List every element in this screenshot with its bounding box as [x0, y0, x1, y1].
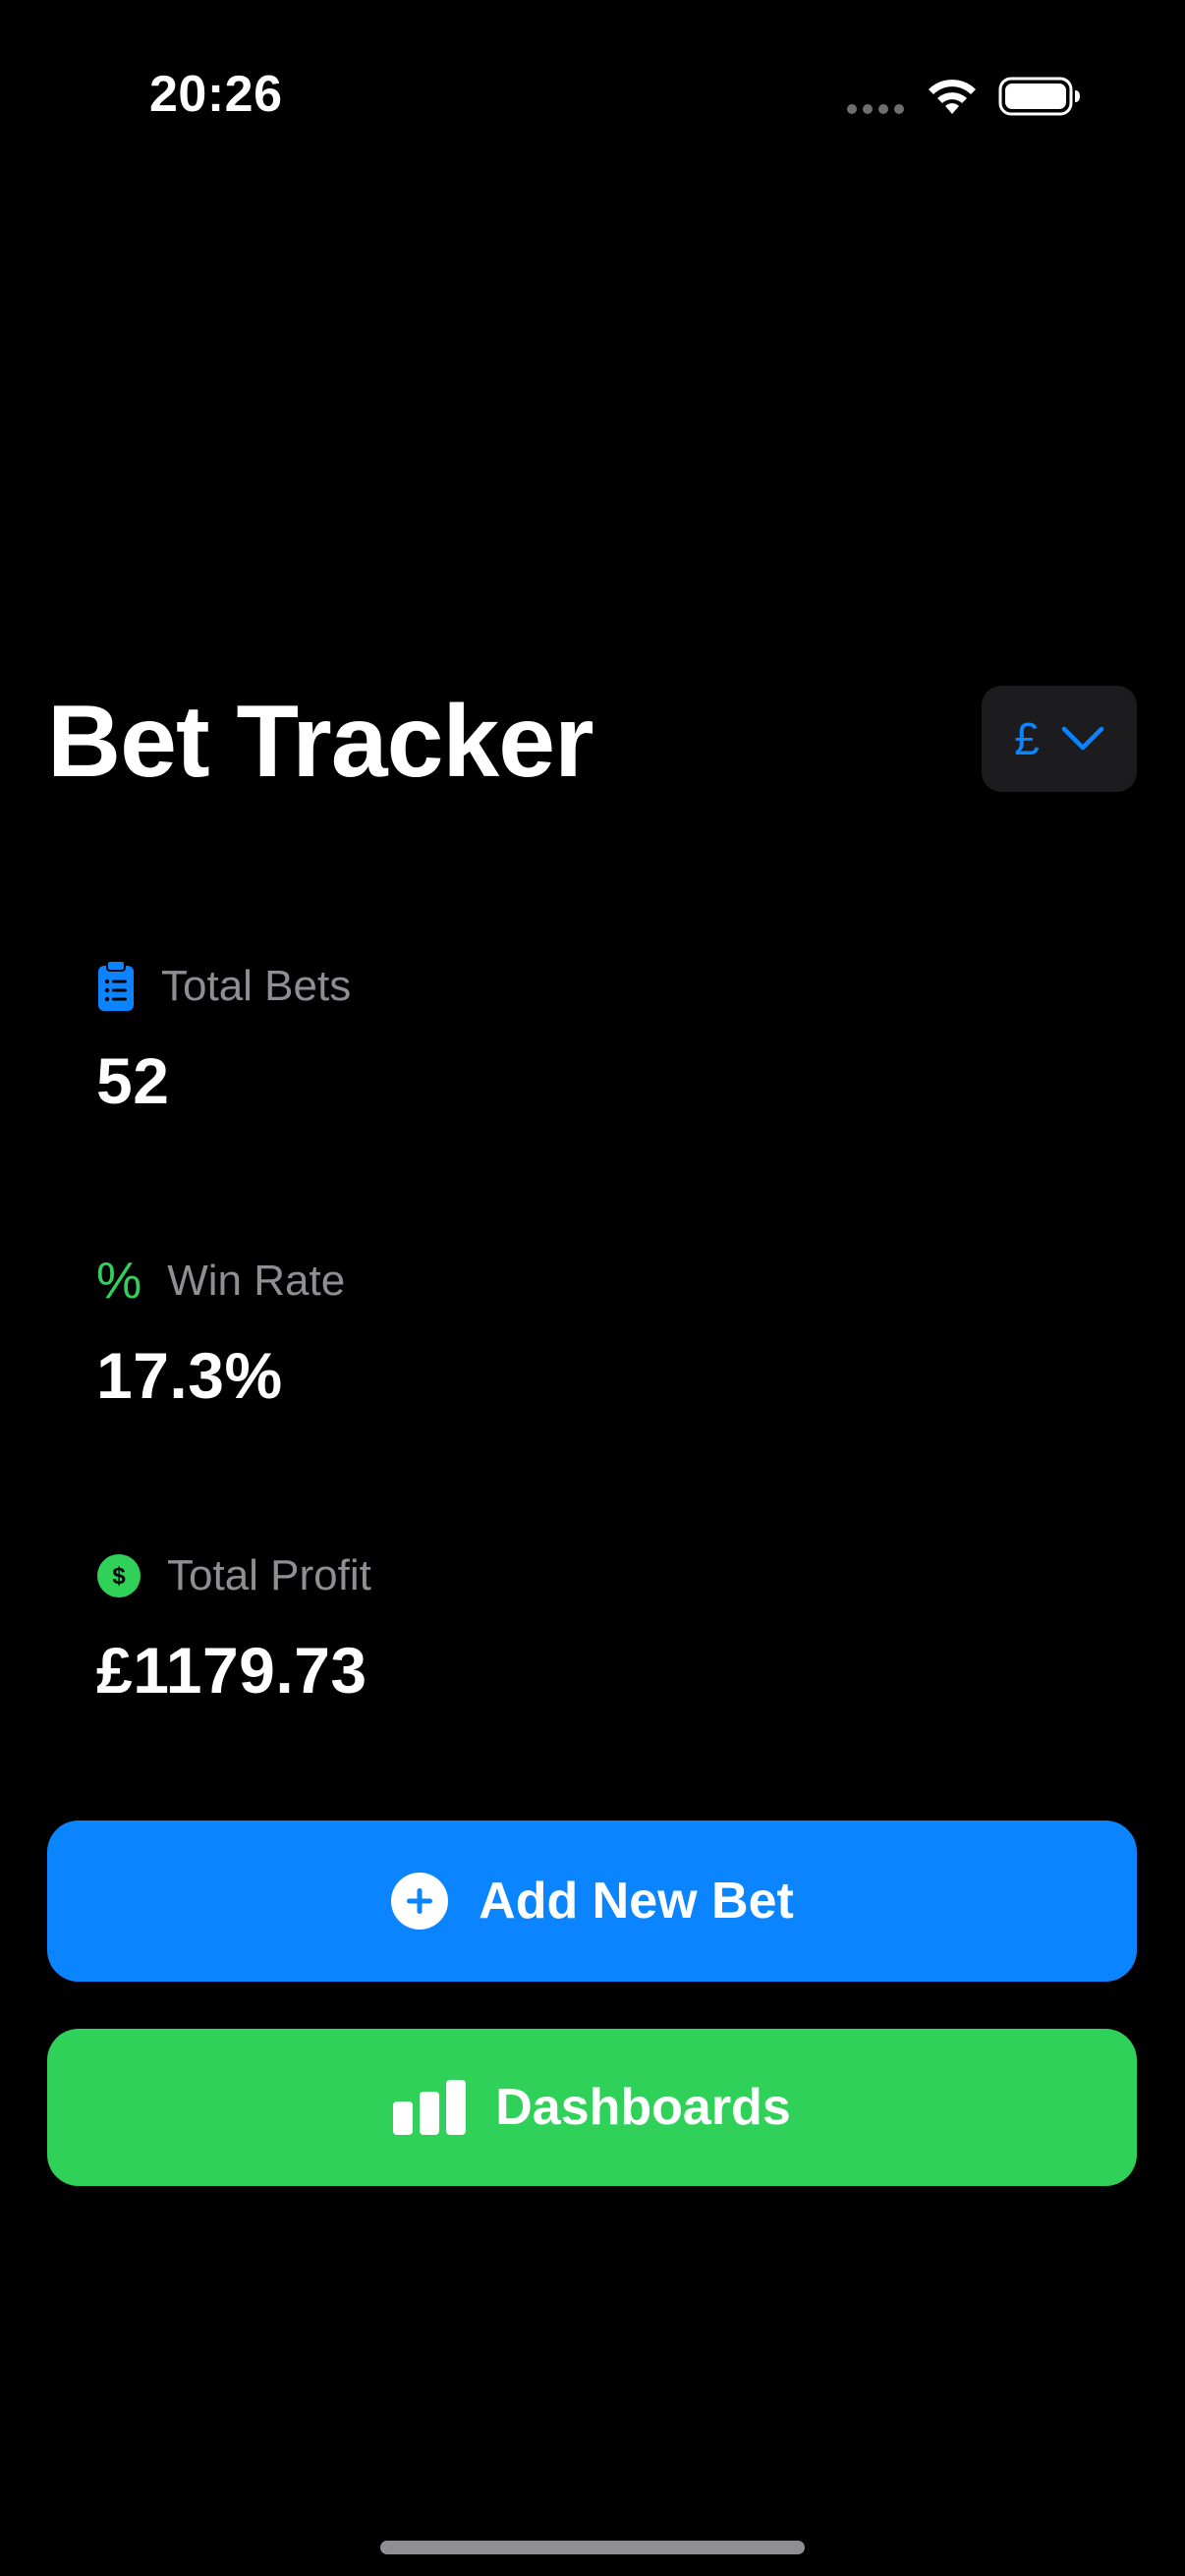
- stat-label: Total Profit: [167, 1551, 371, 1599]
- add-new-bet-button[interactable]: Add New Bet: [47, 1820, 1137, 1982]
- stat-label: Total Bets: [161, 962, 352, 1010]
- stat-win-rate: % Win Rate 17.3%: [96, 1252, 345, 1413]
- clipboard-list-icon: [96, 960, 136, 1013]
- stat-header: $ Total Profit: [96, 1546, 371, 1605]
- wifi-icon: [929, 80, 976, 114]
- status-bar: 20:26: [0, 0, 1185, 196]
- stat-total-profit: $ Total Profit £1179.73: [96, 1546, 371, 1708]
- page-title: Bet Tracker: [47, 685, 594, 799]
- plus-circle-icon: [391, 1873, 449, 1930]
- battery-icon: [998, 77, 1080, 116]
- chevron-down-icon: [1061, 726, 1104, 751]
- currency-picker[interactable]: £: [982, 686, 1137, 792]
- cellular-signal-icon: [847, 104, 904, 114]
- stat-header: % Win Rate: [96, 1252, 345, 1311]
- status-time: 20:26: [149, 66, 283, 123]
- stat-value: £1179.73: [96, 1634, 367, 1707]
- stat-label: Win Rate: [167, 1257, 346, 1305]
- add-new-bet-label: Add New Bet: [479, 1873, 794, 1930]
- dashboards-button[interactable]: Dashboards: [47, 2029, 1137, 2186]
- dashboards-label: Dashboards: [495, 2079, 791, 2136]
- percent-icon: %: [96, 1253, 142, 1310]
- svg-text:$: $: [112, 1563, 126, 1590]
- bar-chart-icon: [393, 2080, 467, 2135]
- stat-header: Total Bets: [96, 957, 351, 1016]
- stat-value: 52: [96, 1044, 170, 1117]
- dollar-circle-icon: $: [96, 1553, 141, 1598]
- stat-total-bets: Total Bets 52: [96, 957, 351, 1118]
- home-indicator[interactable]: [380, 2541, 805, 2554]
- stat-value: 17.3%: [96, 1339, 283, 1412]
- currency-symbol: £: [1014, 713, 1040, 764]
